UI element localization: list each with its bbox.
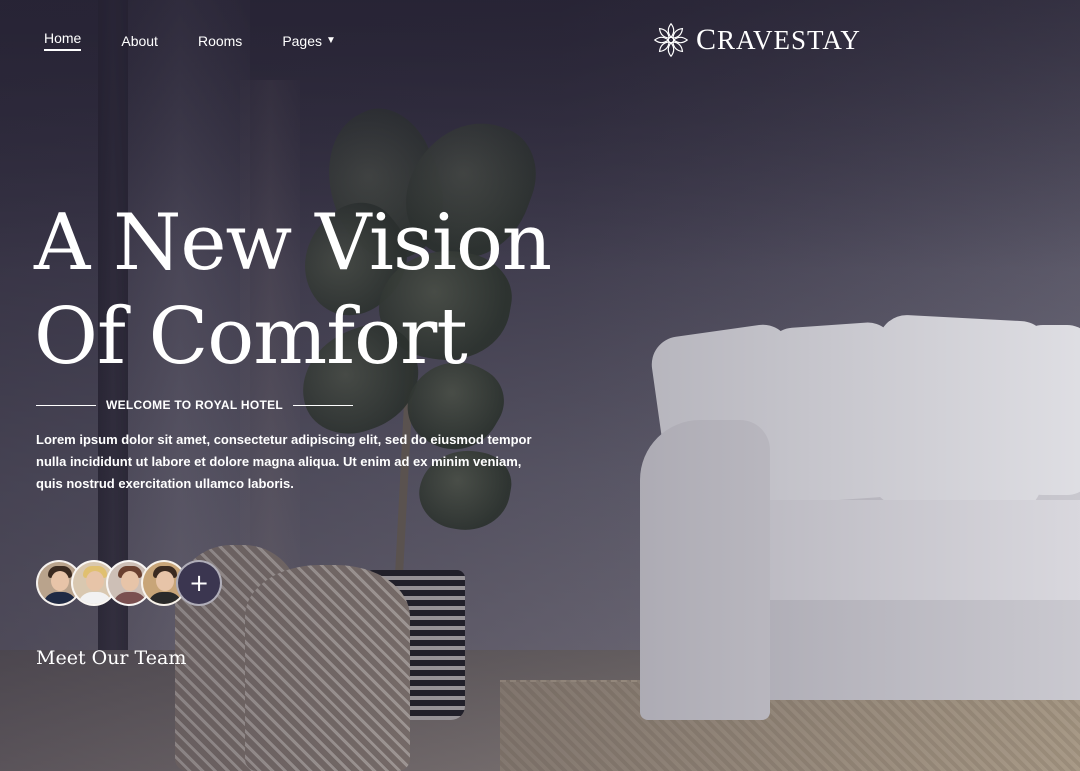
hero-title-line-1: A New Vision bbox=[34, 198, 552, 288]
hero-tagline: WELCOME TO ROYAL HOTEL bbox=[36, 398, 354, 412]
hero-title: A New Vision Of Comfort bbox=[34, 196, 594, 384]
caret-down-icon: ▼ bbox=[326, 35, 336, 46]
nav-rooms-link[interactable]: Rooms bbox=[198, 33, 242, 49]
hero-description: Lorem ipsum dolor sit amet, consectetur … bbox=[36, 432, 532, 491]
brand-name: Cravestay bbox=[696, 23, 861, 56]
brand-logo[interactable]: Cravestay bbox=[653, 22, 861, 58]
nav-pages-label: Pages bbox=[282, 32, 323, 49]
mandala-flower-icon bbox=[653, 22, 689, 58]
add-team-member-button[interactable]: + bbox=[176, 560, 222, 606]
tagline-text: WELCOME TO ROYAL HOTEL bbox=[106, 398, 284, 412]
nav-pages-dropdown[interactable]: Pages ▼ bbox=[282, 33, 336, 49]
nav-home-link[interactable]: Home bbox=[44, 30, 82, 51]
team-avatars: + bbox=[36, 560, 222, 606]
divider-line bbox=[293, 404, 354, 406]
divider-line bbox=[36, 404, 96, 406]
nav-about-link[interactable]: About bbox=[121, 33, 158, 49]
main-nav: Home About Rooms Pages ▼ bbox=[44, 30, 376, 51]
meet-our-team-link[interactable]: Meet Our Team bbox=[36, 647, 186, 669]
hero-title-line-2: Of Comfort bbox=[34, 292, 468, 382]
